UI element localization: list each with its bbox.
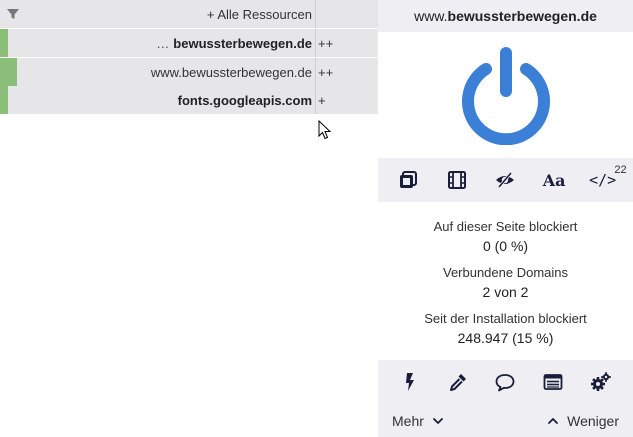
chevron-down-icon	[433, 417, 443, 424]
dashboard-button[interactable]	[583, 364, 619, 400]
firewall-row-label: www.bewussterbewegen.de	[150, 64, 312, 80]
logger-icon	[543, 374, 563, 390]
script-icon: </>	[589, 171, 617, 189]
stat-value: 2 von 2	[482, 284, 529, 300]
remote-font-toggle[interactable]: Aa	[536, 162, 572, 198]
script-count: 22	[614, 164, 627, 176]
firewall-cell[interactable]: + Alle Ressourcen	[0, 0, 315, 28]
zap-button[interactable]	[392, 364, 428, 400]
element-picker-toggle[interactable]	[390, 162, 426, 198]
stat-blocked-total: Seit der Installation blockiert 248.947 …	[378, 310, 633, 348]
firewall-row-bar	[0, 58, 17, 86]
stat-label: Auf dieser Seite blockiert	[433, 219, 578, 234]
firewall-rule-cell[interactable]: +	[315, 86, 378, 114]
power-switch-area	[378, 32, 633, 158]
firewall-rule: ++	[318, 35, 334, 51]
firewall-cell[interactable]: fonts.googleapis.com	[0, 86, 315, 114]
filter-icon[interactable]	[6, 7, 20, 21]
lightning-icon	[405, 373, 414, 391]
firewall-cell[interactable]: www.bewussterbewegen.de	[0, 58, 315, 86]
element-picker-icon	[400, 171, 418, 188]
firewall-row-label: + Alle Ressourcen	[206, 6, 312, 22]
eyedropper-icon	[449, 374, 466, 391]
firewall-pane: + Alle Ressourcen … bewussterbewegen.de …	[0, 0, 378, 114]
media-icon	[447, 171, 466, 189]
cosmetic-filter-icon	[496, 172, 515, 188]
firewall-row-bar	[0, 29, 8, 57]
stat-blocked-page: Auf dieser Seite blockiert 0 (0 %)	[378, 218, 633, 256]
stat-label: Seit der Installation blockiert	[424, 311, 587, 326]
more-label: Mehr	[392, 412, 424, 429]
picker-button[interactable]	[440, 364, 476, 400]
remote-font-icon: Aa	[542, 170, 566, 190]
hostname-prefix: www.	[414, 8, 448, 24]
stat-value: 248.947 (15 %)	[457, 330, 554, 346]
cursor-icon	[318, 120, 332, 140]
firewall-row[interactable]: www.bewussterbewegen.de ++	[0, 58, 378, 86]
stat-connected-domains: Verbundene Domains 2 von 2	[378, 264, 633, 302]
cosmetic-filter-toggle[interactable]	[487, 162, 523, 198]
less-button[interactable]: Weniger	[547, 413, 619, 429]
hostname-domain: bewussterbewegen.de	[447, 8, 597, 24]
less-label: Weniger	[567, 412, 619, 429]
media-toggle[interactable]	[439, 162, 475, 198]
per-site-switches: Aa </> 22	[378, 158, 633, 202]
stat-label: Verbundene Domains	[442, 265, 569, 280]
more-button[interactable]: Mehr	[392, 413, 444, 429]
firewall-row-prefix: …	[156, 35, 170, 51]
firewall-cell[interactable]: … bewussterbewegen.de	[0, 29, 315, 57]
footer-bar: Mehr Weniger	[378, 404, 633, 437]
firewall-row-label: fonts.googleapis.com	[177, 92, 312, 108]
power-icon[interactable]	[456, 45, 556, 145]
firewall-rule-cell[interactable]: ++	[315, 58, 378, 86]
firewall-row[interactable]: … bewussterbewegen.de ++	[0, 29, 378, 57]
firewall-rule-cell[interactable]: ++	[315, 29, 378, 57]
popup-panel: www. bewussterbewegen.de Aa </> 22 Auf d…	[378, 0, 633, 437]
stats-section: Auf dieser Seite blockiert 0 (0 %) Verbu…	[378, 202, 633, 360]
logger-button[interactable]	[535, 364, 571, 400]
firewall-rule: ++	[318, 64, 334, 80]
script-toggle[interactable]: </> 22	[585, 162, 627, 198]
page-hostname: www. bewussterbewegen.de	[378, 0, 633, 32]
settings-icon	[591, 372, 611, 391]
tool-actions	[378, 360, 633, 404]
chevron-up-icon	[548, 417, 559, 424]
stat-value: 0 (0 %)	[482, 238, 529, 254]
speech-bubble-icon	[496, 374, 515, 392]
firewall-row[interactable]: fonts.googleapis.com +	[0, 86, 378, 114]
report-button[interactable]	[487, 364, 523, 400]
firewall-rule-cell[interactable]	[315, 0, 378, 28]
firewall-row-all[interactable]: + Alle Ressourcen	[0, 0, 378, 28]
firewall-row-label: bewussterbewegen.de	[173, 35, 312, 51]
firewall-rule: +	[318, 92, 326, 108]
firewall-row-bar	[0, 86, 8, 114]
